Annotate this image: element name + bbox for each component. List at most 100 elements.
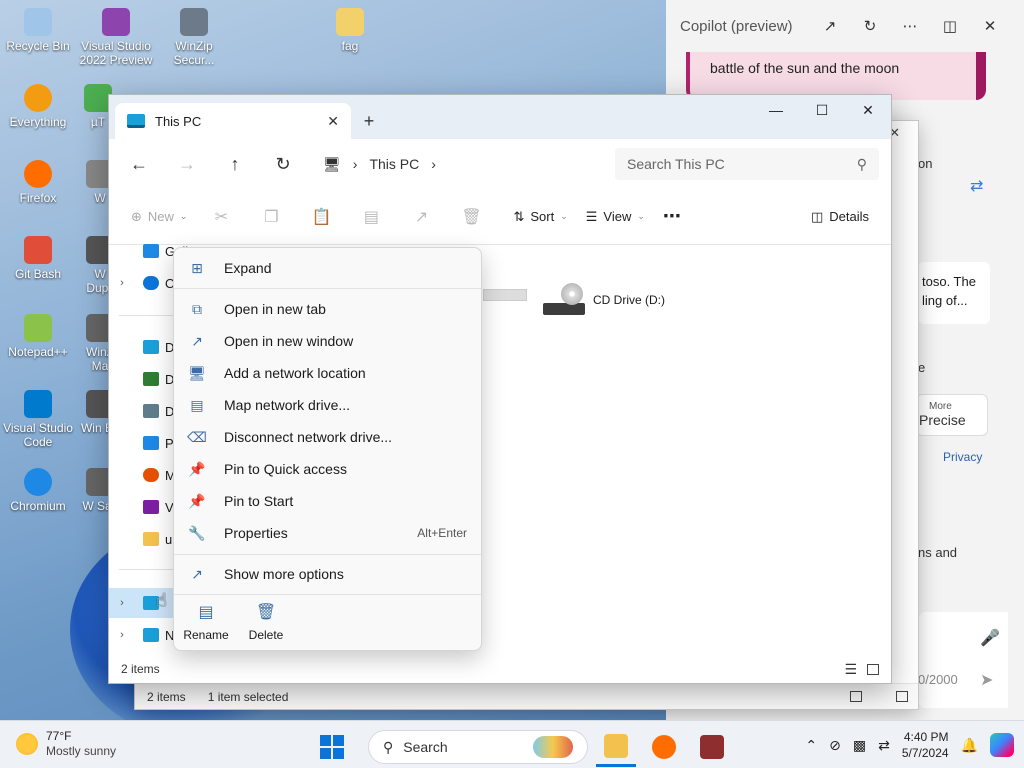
menu-item-show-more-options[interactable]: ↗ Show more options <box>178 559 477 589</box>
rename-button[interactable]: ▤ Rename <box>180 602 232 642</box>
breadcrumb-this-pc[interactable]: This PC <box>369 156 419 172</box>
drive-item-cd-drive[interactable]: CD Drive (D:) <box>543 283 665 317</box>
visual-studio-preview-icon <box>102 8 130 36</box>
notepad-plus-plus-icon <box>24 314 52 342</box>
forward-arrow-icon[interactable]: → <box>167 154 207 175</box>
more-precise-button[interactable]: More Precise <box>916 394 988 436</box>
delete-button[interactable]: 🗑 Delete <box>240 602 292 642</box>
up-arrow-icon[interactable]: ↑ <box>215 154 255 175</box>
desktop-icon-recycle-bin[interactable]: Recycle Bin <box>0 8 76 53</box>
minimize-icon[interactable]: — <box>753 95 799 125</box>
taskbar-search-box[interactable]: ⚲ Search <box>368 730 588 764</box>
sort-icon: ⇅ <box>513 208 525 224</box>
delete-icon[interactable]: 🗑 <box>449 201 493 233</box>
address-bar[interactable]: 🖥 › This PC › <box>311 148 601 180</box>
menu-item-pin-start[interactable]: 📌 Pin to Start <box>178 486 477 516</box>
more-options-icon: ↗ <box>191 565 203 582</box>
chevron-up-icon[interactable]: ⌃ <box>805 737 817 754</box>
taskbar-firefox[interactable] <box>644 727 684 767</box>
copilot-text-fragment: e <box>918 360 926 375</box>
display-icon[interactable]: ▩ <box>853 737 866 754</box>
maximize-icon[interactable]: ☐ <box>799 95 845 125</box>
close-tab-icon[interactable]: ✕ <box>327 113 339 130</box>
microphone-icon[interactable]: 🎤 <box>980 628 1000 648</box>
firefox-icon <box>652 735 676 759</box>
menu-separator <box>174 288 481 289</box>
view-button[interactable]: ☰ View ⌄ <box>580 201 651 233</box>
copilot-chat-input[interactable]: 🎤 0/2000 ➤ <box>918 612 1008 708</box>
refresh-icon[interactable]: ⇄ <box>970 176 983 196</box>
send-icon[interactable]: ➤ <box>980 670 993 690</box>
close-window-icon[interactable]: ✕ <box>845 95 891 125</box>
refresh-icon[interactable]: ↻ <box>850 17 890 35</box>
pictures-icon <box>143 436 159 450</box>
computer-icon <box>127 114 145 128</box>
privacy-link[interactable]: Privacy <box>943 450 982 464</box>
details-view-icon[interactable]: ☰ <box>844 661 857 678</box>
wrench-icon: 🔧 <box>188 524 206 541</box>
back-arrow-icon[interactable]: ← <box>119 154 159 175</box>
desktop-icon-visual-studio-2022-preview[interactable]: Visual Studio 2022 Preview <box>78 8 154 67</box>
chevron-right-icon[interactable]: › <box>109 629 135 641</box>
cut-icon[interactable]: ✂ <box>199 201 243 233</box>
refresh-icon[interactable]: ↻ <box>263 154 303 175</box>
properties-shortcut: Alt+Enter <box>417 526 467 540</box>
tiles-view-icon[interactable] <box>896 691 908 702</box>
see-more-icon[interactable]: ⋯ <box>657 201 687 233</box>
chevron-right-icon[interactable]: › <box>109 277 135 289</box>
firefox-icon <box>24 160 52 188</box>
document-icon <box>143 404 159 418</box>
menu-item-disconnect-network-drive[interactable]: ⌫ Disconnect network drive... <box>178 422 477 452</box>
desktop-icon-git-bash[interactable]: Git Bash <box>0 236 76 281</box>
paste-icon[interactable]: 📋 <box>299 201 343 233</box>
menu-item-add-network-location[interactable]: 🖥 Add a network location <box>178 358 477 388</box>
search-input[interactable]: Search This PC ⚲ <box>615 148 879 180</box>
rename-icon[interactable]: ▤ <box>349 201 393 233</box>
details-pane-button[interactable]: ◫ Details <box>805 201 875 233</box>
weather-widget[interactable]: 77°F Mostly sunny <box>16 729 116 759</box>
menu-item-open-new-window[interactable]: ↗ Open in new window <box>178 326 477 356</box>
menu-item-expand[interactable]: ⊞ Expand <box>178 253 477 283</box>
chevron-right-icon[interactable]: › <box>353 156 358 172</box>
menu-item-pin-quick-access[interactable]: 📌 Pin to Quick access <box>178 454 477 484</box>
desktop-icon-chromium[interactable]: Chromium <box>0 468 76 513</box>
sidebar-toggle-icon[interactable]: ◫ <box>930 17 970 35</box>
clock[interactable]: 4:40 PM 5/7/2024 <box>902 729 949 761</box>
menu-item-open-new-tab[interactable]: ⧉ Open in new tab <box>178 294 477 324</box>
copilot-icon[interactable] <box>990 733 1014 757</box>
desktop-icon-winzip[interactable]: WinZip Secur... <box>156 8 232 67</box>
sort-button[interactable]: ⇅ Sort ⌄ <box>507 201 573 233</box>
menu-separator <box>174 554 481 555</box>
copilot-suggestion-card[interactable]: toso. The ling of... <box>918 262 990 324</box>
tiles-view-icon[interactable] <box>867 663 879 675</box>
desktop-icon-everything[interactable]: Everything <box>0 84 76 129</box>
share-icon[interactable]: ↗ <box>399 201 443 233</box>
desktop-icon-vscode[interactable]: Visual Studio Code <box>0 390 76 449</box>
desktop-icon-firefox[interactable]: Firefox <box>0 160 76 205</box>
pin-icon: 📌 <box>188 460 206 477</box>
menu-item-map-network-drive[interactable]: ▤ Map network drive... <box>178 390 477 420</box>
sunny-weather-icon <box>16 733 38 755</box>
details-view-icon[interactable] <box>850 691 862 702</box>
menu-item-properties[interactable]: 🔧 Properties Alt+Enter <box>178 518 477 548</box>
chevron-right-icon[interactable]: › <box>431 156 436 172</box>
new-tab-button[interactable]: + <box>351 103 387 139</box>
sync-icon[interactable]: ⇄ <box>878 737 890 754</box>
hand-cursor-icon: ☝ <box>156 590 167 610</box>
tab-this-pc[interactable]: This PC ✕ <box>115 103 351 139</box>
chevron-right-icon[interactable]: › <box>109 597 135 609</box>
plus-circle-icon: ⊕ <box>131 208 142 224</box>
desktop-icon-fag-folder[interactable]: fag <box>312 8 388 53</box>
taskbar-winrar[interactable] <box>692 727 732 767</box>
notification-bell-icon[interactable]: 🔔 <box>961 737 978 754</box>
git-bash-icon <box>24 236 52 264</box>
start-button[interactable] <box>312 727 352 767</box>
network-disconnected-icon[interactable]: ⊘ <box>829 737 841 754</box>
copy-icon[interactable]: ❐ <box>249 201 293 233</box>
taskbar-file-explorer[interactable] <box>596 727 636 767</box>
more-options-icon[interactable]: ⋯ <box>890 17 930 35</box>
desktop-icon-notepad-plus-plus[interactable]: Notepad++ <box>0 314 76 359</box>
open-external-icon[interactable]: ↗ <box>810 17 850 35</box>
new-button[interactable]: ⊕ New ⌄ <box>125 201 193 233</box>
close-icon[interactable]: ✕ <box>970 17 1010 35</box>
